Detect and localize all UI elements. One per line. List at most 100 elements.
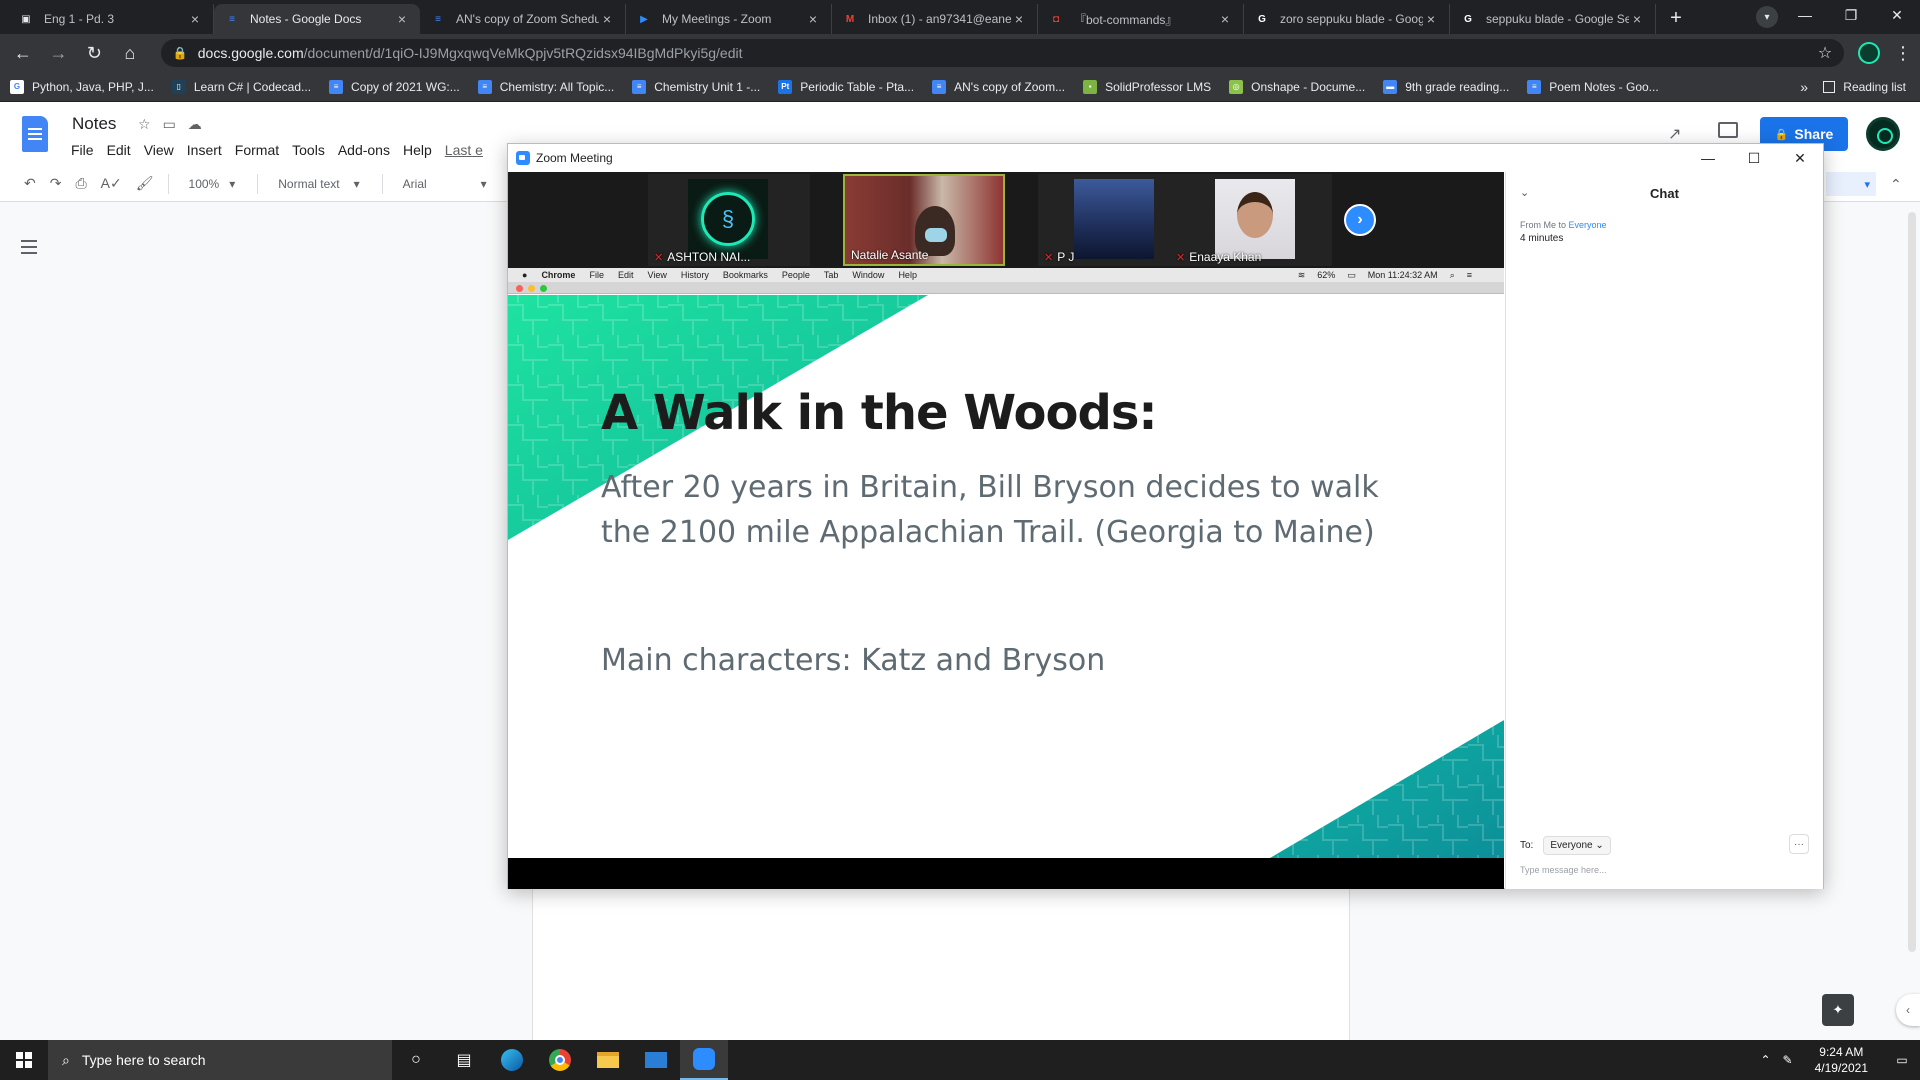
undo-icon[interactable]: ↶ xyxy=(24,175,36,192)
explore-icon[interactable]: ✦ xyxy=(1822,994,1854,1026)
address-bar[interactable]: 🔒 docs.google.com/document/d/1qiO-IJ9Mgx… xyxy=(160,39,1845,67)
reading-list-button[interactable]: Reading list xyxy=(1823,80,1906,94)
bookmark-item[interactable]: ≡ Poem Notes - Goo... xyxy=(1527,79,1659,94)
bookmarks-overflow-icon[interactable]: » xyxy=(1800,79,1808,95)
taskbar-search-input[interactable] xyxy=(81,1052,362,1068)
menu-item-help[interactable]: Help xyxy=(403,142,432,158)
close-tab-icon[interactable]: × xyxy=(1011,11,1027,27)
spellcheck-icon[interactable]: A✓ xyxy=(101,175,122,192)
browser-tab[interactable]: ▣ Eng 1 - Pd. 3 × xyxy=(8,4,214,34)
menu-item-add-ons[interactable]: Add-ons xyxy=(338,142,390,158)
activity-dashboard-icon[interactable]: ↗ xyxy=(1668,124,1681,144)
restore-button[interactable]: ❐ xyxy=(1828,0,1874,30)
close-window-button[interactable]: ✕ xyxy=(1874,0,1920,30)
bookmark-favicon-icon: ▯ xyxy=(171,79,186,94)
bookmark-item[interactable]: ≡ Chemistry Unit 1 -... xyxy=(632,79,760,94)
cortana-icon[interactable]: ○ xyxy=(392,1040,440,1080)
collapse-menus-icon[interactable]: ⌃ xyxy=(1890,176,1902,193)
menu-item-format[interactable]: Format xyxy=(235,142,279,158)
home-button[interactable]: ⌂ xyxy=(115,38,145,68)
browser-tab[interactable]: ◘ 『bot-commands』 × xyxy=(1038,4,1244,34)
taskbar-search[interactable]: ⌕ xyxy=(48,1040,392,1080)
docs-logo-icon[interactable] xyxy=(22,116,48,152)
bookmark-item[interactable]: Pt Periodic Table - Pta... xyxy=(778,79,914,94)
zoom-maximize-button[interactable]: ☐ xyxy=(1731,144,1777,172)
bookmark-item[interactable]: ≡ Chemistry: All Topic... xyxy=(477,79,614,94)
bookmark-item[interactable]: ▪ SolidProfessor LMS xyxy=(1083,79,1211,94)
menu-item-view[interactable]: View xyxy=(144,142,174,158)
bookmark-star-icon[interactable]: ☆ xyxy=(1818,43,1832,63)
close-tab-icon[interactable]: × xyxy=(599,11,615,27)
document-page[interactable] xyxy=(532,882,1350,1040)
browser-tab[interactable]: ▶ My Meetings - Zoom × xyxy=(626,4,832,34)
start-button[interactable] xyxy=(0,1040,48,1080)
close-tab-icon[interactable]: × xyxy=(394,11,410,27)
close-tab-icon[interactable]: × xyxy=(1423,11,1439,27)
account-avatar[interactable] xyxy=(1866,117,1900,151)
paint-format-icon[interactable]: 🖌 xyxy=(136,175,154,192)
edge-icon[interactable] xyxy=(488,1040,536,1080)
participant-tile[interactable]: § ✕ ASHTON NAI... xyxy=(648,174,810,266)
document-outline-icon[interactable] xyxy=(21,240,37,254)
comments-icon[interactable] xyxy=(1718,122,1738,138)
print-icon[interactable]: ⎙ xyxy=(75,175,86,192)
close-tab-icon[interactable]: × xyxy=(1629,11,1645,27)
cloud-status-icon[interactable]: ☁ xyxy=(188,116,214,132)
new-tab-button[interactable]: + xyxy=(1662,4,1690,32)
font-select[interactable]: Arial ▾ xyxy=(395,177,495,191)
document-title[interactable]: Notes xyxy=(72,114,116,134)
taskbar-clock[interactable]: 9:24 AM 4/19/2021 xyxy=(1815,1044,1868,1076)
zoom-close-button[interactable]: ✕ xyxy=(1777,144,1823,172)
browser-tab[interactable]: ≡ AN's copy of Zoom Schedule × xyxy=(420,4,626,34)
zoom-minimize-button[interactable]: — xyxy=(1685,144,1731,172)
chat-recipient-link[interactable]: Everyone xyxy=(1569,220,1607,230)
chrome-icon[interactable] xyxy=(536,1040,584,1080)
browser-tab[interactable]: Gzoro seppuku blade - Google × xyxy=(1244,4,1450,34)
notifications-icon[interactable]: ▭ xyxy=(1884,1053,1920,1067)
zoom-taskbar-icon[interactable] xyxy=(680,1040,728,1080)
close-tab-icon[interactable]: × xyxy=(805,11,821,27)
task-view-icon[interactable]: ▤ xyxy=(440,1040,488,1080)
profile-avatar[interactable] xyxy=(1858,42,1881,64)
tab-search-icon[interactable]: ▾ xyxy=(1756,6,1778,28)
bookmark-item[interactable]: G Python, Java, PHP, J... xyxy=(10,79,154,94)
side-panel-toggle-icon[interactable]: ‹ xyxy=(1896,994,1920,1026)
move-folder-icon[interactable]: ▭ xyxy=(163,116,188,132)
back-button[interactable]: ← xyxy=(8,38,38,68)
bookmark-item[interactable]: ◎ Onshape - Docume... xyxy=(1229,79,1365,94)
participant-tile[interactable]: ✕ Enaaya Khan xyxy=(1170,174,1332,266)
redo-icon[interactable]: ↷ xyxy=(50,175,62,192)
editing-mode-select[interactable]: ▾ xyxy=(1826,172,1876,196)
close-tab-icon[interactable]: × xyxy=(1217,11,1233,27)
menu-item-edit[interactable]: Edit xyxy=(107,142,131,158)
browser-menu-icon[interactable]: ⋮ xyxy=(1894,43,1912,64)
star-icon[interactable]: ☆ xyxy=(138,116,163,132)
last-edit-link[interactable]: Last e xyxy=(445,142,483,158)
next-page-chevron-icon[interactable]: › xyxy=(1344,204,1376,236)
chat-message-input[interactable] xyxy=(1520,862,1810,878)
chat-recipient-select[interactable]: Everyone ⌄ xyxy=(1543,836,1611,855)
bookmark-item[interactable]: ≡ Copy of 2021 WG:... xyxy=(329,79,460,94)
bookmark-item[interactable]: ▯ Learn C# | Codecad... xyxy=(171,79,311,94)
pen-icon[interactable]: ✎ xyxy=(1783,1053,1793,1067)
minimize-button[interactable]: — xyxy=(1782,0,1828,30)
close-tab-icon[interactable]: × xyxy=(187,11,203,27)
forward-button[interactable]: → xyxy=(44,38,74,68)
menu-item-tools[interactable]: Tools xyxy=(292,142,325,158)
browser-tab[interactable]: M Inbox (1) - an97341@eanes × xyxy=(832,4,1038,34)
menu-item-file[interactable]: File xyxy=(71,142,94,158)
zoom-select[interactable]: 100% ▾ xyxy=(181,177,244,191)
docs-scrollbar[interactable] xyxy=(1908,212,1916,952)
tray-overflow-icon[interactable]: ⌃ xyxy=(1760,1053,1770,1067)
bookmark-item[interactable]: ▬ 9th grade reading... xyxy=(1383,79,1509,94)
menu-item-insert[interactable]: Insert xyxy=(187,142,222,158)
chat-more-options-icon[interactable]: ··· xyxy=(1789,834,1809,854)
reload-button[interactable]: ↻ xyxy=(79,38,109,68)
style-select[interactable]: Normal text ▾ xyxy=(270,177,367,191)
bookmark-item[interactable]: ≡ AN's copy of Zoom... xyxy=(932,79,1065,94)
participant-tile-active[interactable]: Natalie Asante xyxy=(843,174,1005,266)
mail-icon[interactable] xyxy=(632,1040,680,1080)
browser-tab[interactable]: Gseppuku blade - Google Search× xyxy=(1450,4,1656,34)
browser-tab[interactable]: ≡ Notes - Google Docs × xyxy=(214,4,420,34)
file-explorer-icon[interactable] xyxy=(584,1040,632,1080)
